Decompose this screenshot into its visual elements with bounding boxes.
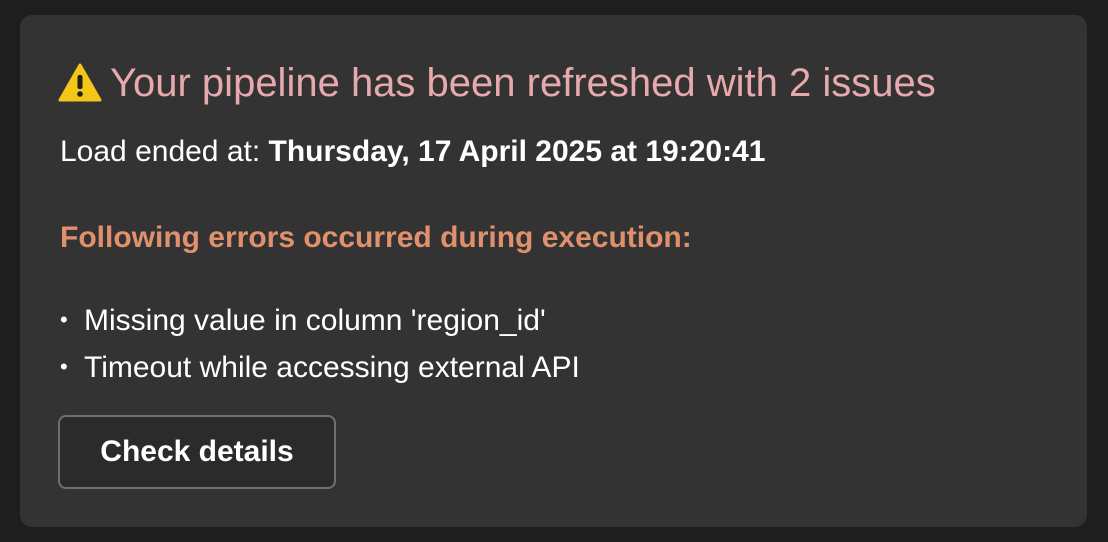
notification-title: Your pipeline has been refreshed with 2 … [110, 60, 936, 105]
error-text: Missing value in column 'region_id' [84, 304, 546, 337]
error-text: Timeout while accessing external API [84, 351, 580, 384]
bullet: • [60, 307, 68, 332]
error-list: • Missing value in column 'region_id' • Ti… [60, 297, 580, 391]
warning-icon [58, 63, 102, 103]
load-ended-value: Thursday, 17 April 2025 at 19:20:41 [268, 135, 766, 168]
check-details-button[interactable]: Check details [58, 415, 336, 489]
errors-heading: Following errors occurred during executi… [60, 221, 692, 254]
bullet: • [60, 354, 68, 379]
load-ended-label: Load ended at: [60, 135, 261, 168]
notification-title-row: Your pipeline has been refreshed with 2 … [58, 55, 936, 111]
load-ended-line: Load ended at: Thursday, 17 April 2025 a… [60, 135, 765, 169]
error-item: • Timeout while accessing external API [60, 344, 580, 391]
notification-card: Your pipeline has been refreshed with 2 … [20, 15, 1087, 527]
error-item: • Missing value in column 'region_id' [60, 297, 580, 344]
